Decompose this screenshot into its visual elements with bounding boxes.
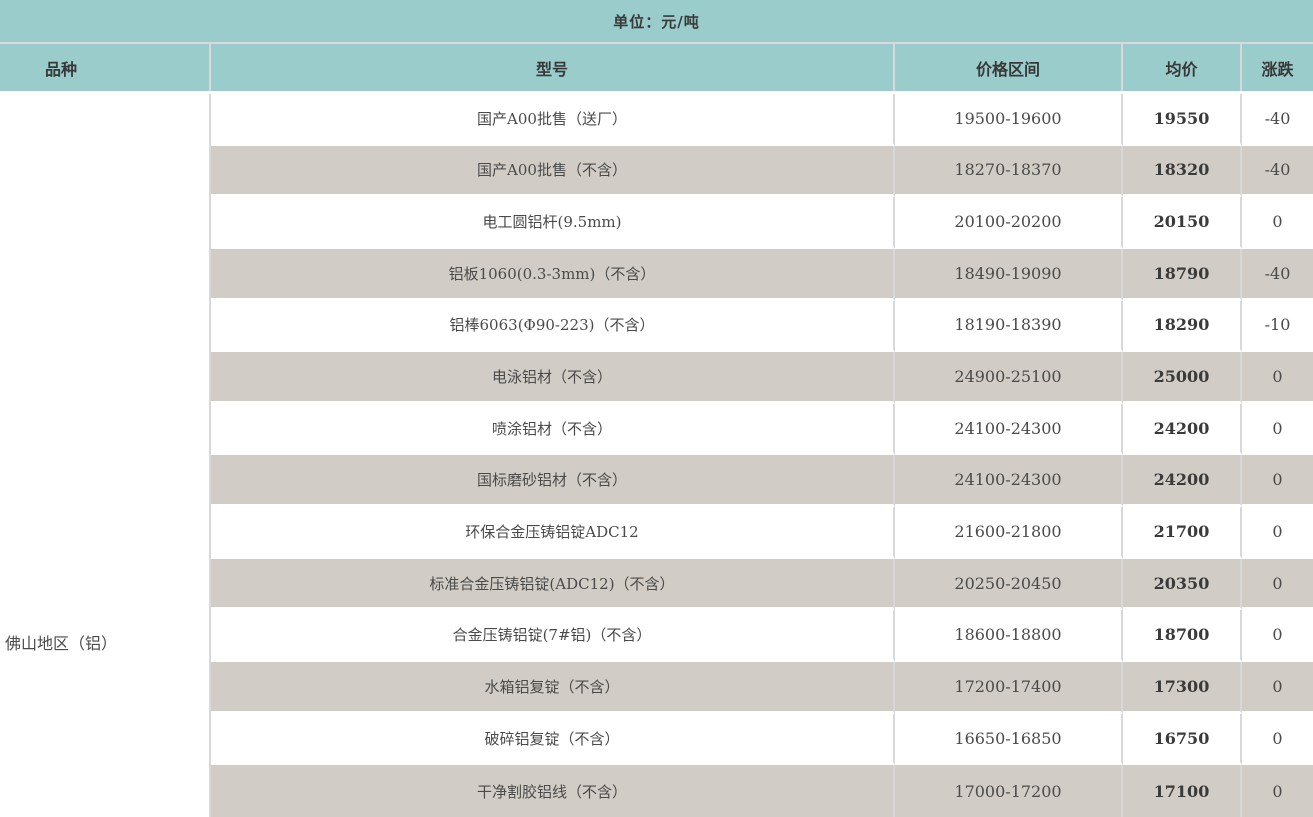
model-cell: 环保合金压铸铝锭ADC12 <box>211 507 895 559</box>
change-cell: 0 <box>1242 507 1313 559</box>
column-header-model: 型号 <box>211 44 895 91</box>
change-cell: -40 <box>1242 94 1313 146</box>
avg-price-cell: 17100 <box>1123 765 1242 817</box>
price-range-cell: 18600-18800 <box>895 610 1123 663</box>
change-cell: 0 <box>1242 765 1313 817</box>
change-cell: 0 <box>1242 713 1313 766</box>
change-cell: -10 <box>1242 300 1313 353</box>
avg-price-cell: 18290 <box>1123 300 1242 353</box>
change-cell: 0 <box>1242 662 1313 714</box>
price-range-cell: 24100-24300 <box>895 455 1123 508</box>
avg-price-cell: 18790 <box>1123 248 1242 301</box>
model-cell: 电泳铝材（不含） <box>211 352 895 404</box>
price-range-cell: 24100-24300 <box>895 403 1123 456</box>
column-header-change: 涨跌 <box>1242 44 1313 91</box>
price-range-cell: 16650-16850 <box>895 713 1123 766</box>
model-cell: 铝板1060(0.3-3mm)（不含） <box>211 248 895 301</box>
column-header-price-range: 价格区间 <box>895 44 1123 91</box>
change-cell: -40 <box>1242 248 1313 301</box>
avg-price-cell: 24200 <box>1123 403 1242 456</box>
price-range-cell: 19500-19600 <box>895 94 1123 146</box>
price-range-cell: 18490-19090 <box>895 248 1123 301</box>
avg-price-cell: 24200 <box>1123 455 1242 508</box>
price-range-cell: 21600-21800 <box>895 507 1123 559</box>
change-cell: 0 <box>1242 558 1313 611</box>
change-cell: 0 <box>1242 352 1313 404</box>
table-header-row: 品种 型号 价格区间 均价 涨跌 <box>0 42 1313 94</box>
aluminum-price-table-page: 单位：元/吨 品种 型号 价格区间 均价 涨跌 佛山地区（铝） 国产A00批售（… <box>0 0 1313 817</box>
table-body: 佛山地区（铝） 国产A00批售（送厂） 19500-19600 19550 -4… <box>0 94 1313 817</box>
model-cell: 干净割胶铝线（不含） <box>211 765 895 817</box>
avg-price-cell: 17300 <box>1123 662 1242 714</box>
region-cell: 佛山地区（铝） <box>0 94 211 817</box>
model-cell: 铝棒6063(Φ90-223)（不含） <box>211 300 895 353</box>
price-range-cell: 20100-20200 <box>895 197 1123 249</box>
unit-title-bar: 单位：元/吨 <box>0 0 1313 42</box>
change-cell: -40 <box>1242 145 1313 198</box>
price-range-cell: 18190-18390 <box>895 300 1123 353</box>
price-range-cell: 24900-25100 <box>895 352 1123 404</box>
column-header-variety: 品种 <box>0 44 211 91</box>
model-cell: 水箱铝复锭（不含） <box>211 662 895 714</box>
price-range-cell: 17000-17200 <box>895 765 1123 817</box>
change-cell: 0 <box>1242 455 1313 508</box>
avg-price-cell: 25000 <box>1123 352 1242 404</box>
unit-label: 单位：元/吨 <box>613 12 700 31</box>
avg-price-cell: 18320 <box>1123 145 1242 198</box>
model-cell: 合金压铸铝锭(7#铝)（不含） <box>211 610 895 663</box>
region-label: 佛山地区（铝） <box>5 634 118 653</box>
avg-price-cell: 16750 <box>1123 713 1242 766</box>
model-cell: 国标磨砂铝材（不含） <box>211 455 895 508</box>
model-cell: 电工圆铝杆(9.5mm) <box>211 197 895 249</box>
price-range-cell: 20250-20450 <box>895 558 1123 611</box>
model-cell: 标准合金压铸铝锭(ADC12)（不含） <box>211 558 895 611</box>
model-cell: 喷涂铝材（不含） <box>211 403 895 456</box>
model-cell: 国产A00批售（不含） <box>211 145 895 198</box>
column-header-avg-price: 均价 <box>1123 44 1242 91</box>
model-cell: 破碎铝复锭（不含） <box>211 713 895 766</box>
model-cell: 国产A00批售（送厂） <box>211 94 895 146</box>
change-cell: 0 <box>1242 197 1313 249</box>
price-range-cell: 17200-17400 <box>895 662 1123 714</box>
avg-price-cell: 20150 <box>1123 197 1242 249</box>
change-cell: 0 <box>1242 610 1313 663</box>
avg-price-cell: 18700 <box>1123 610 1242 663</box>
avg-price-cell: 20350 <box>1123 558 1242 611</box>
avg-price-cell: 19550 <box>1123 94 1242 146</box>
price-range-cell: 18270-18370 <box>895 145 1123 198</box>
avg-price-cell: 21700 <box>1123 507 1242 559</box>
change-cell: 0 <box>1242 403 1313 456</box>
